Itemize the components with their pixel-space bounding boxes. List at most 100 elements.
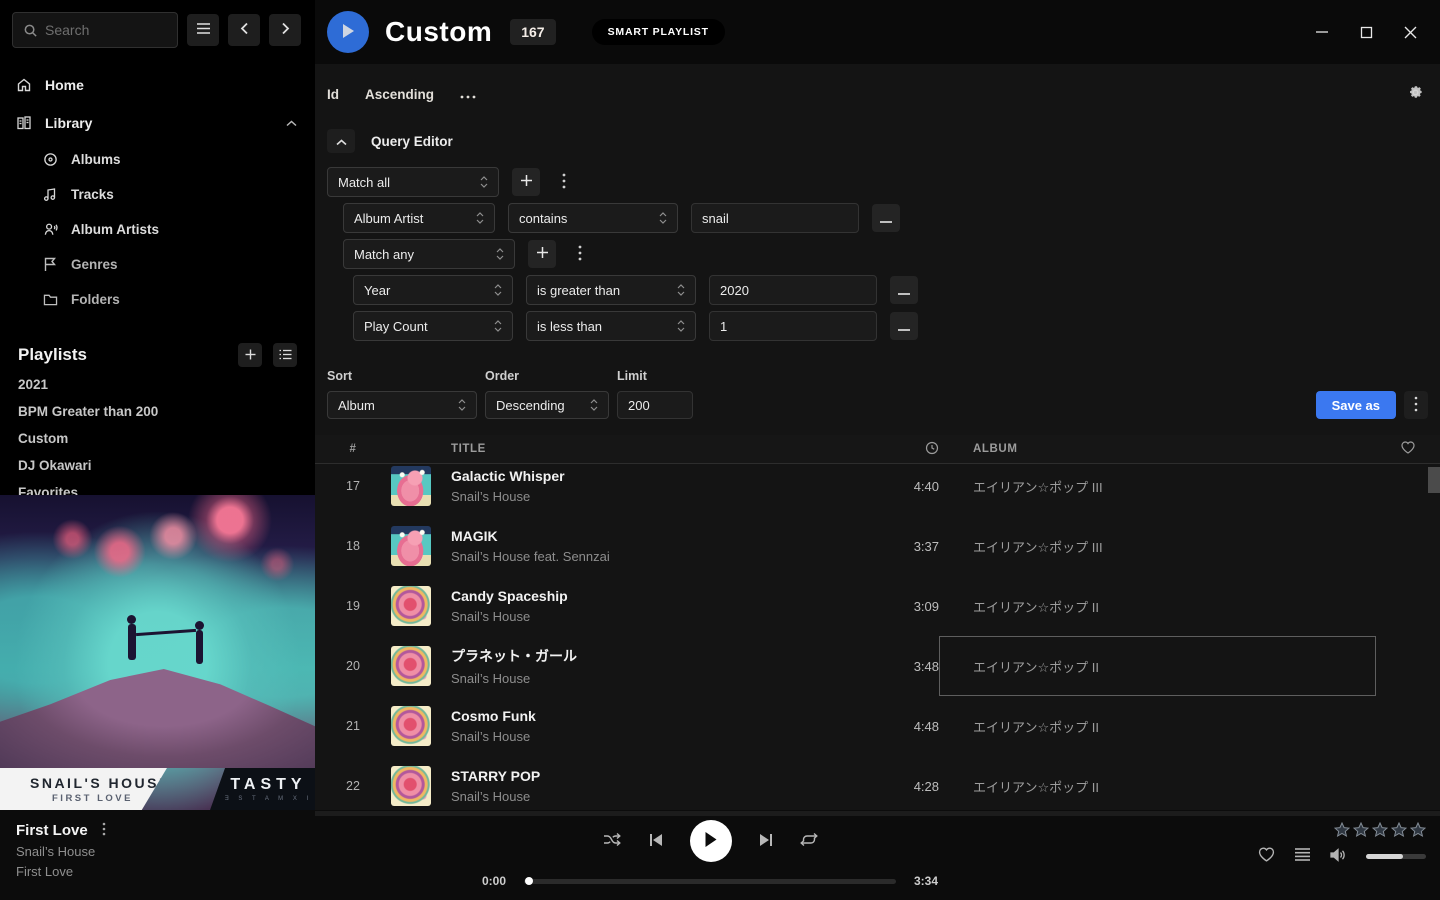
list-config-bar: Id Ascending — [327, 77, 1428, 111]
sort-select[interactable]: Album — [327, 391, 477, 419]
previous-button[interactable] — [649, 833, 663, 850]
more-options-button[interactable] — [460, 87, 476, 102]
track-artist[interactable]: Snail’s House — [451, 671, 859, 686]
column-header-index[interactable]: # — [315, 443, 391, 455]
seek-thumb[interactable] — [525, 877, 533, 885]
playlist-list-button[interactable] — [273, 343, 297, 367]
match-type-select[interactable]: Match all — [327, 167, 499, 197]
album-cell[interactable]: エイリアン☆ポップ II — [939, 717, 1376, 736]
scrollbar-thumb[interactable] — [1428, 467, 1440, 493]
now-playing-artist[interactable]: Snail’s House — [16, 844, 340, 859]
sidebar-item-library[interactable]: Library — [0, 104, 315, 142]
album-cell[interactable]: エイリアン☆ポップ III — [939, 537, 1376, 556]
shuffle-button[interactable] — [603, 832, 622, 851]
track-artist[interactable]: Snail’s House — [451, 729, 859, 744]
star-icon[interactable] — [1410, 822, 1426, 837]
play-playlist-button[interactable] — [327, 11, 369, 53]
table-row[interactable]: 22 STARRY POP Snail’s House 4:28 エイリアン☆ポ… — [315, 756, 1440, 816]
forward-button[interactable] — [269, 14, 301, 46]
volume-button[interactable] — [1330, 848, 1346, 865]
next-button[interactable] — [759, 833, 773, 850]
play-icon — [341, 23, 355, 42]
save-as-button[interactable]: Save as — [1316, 391, 1396, 419]
rule-operator-select[interactable]: is less than — [526, 311, 696, 341]
rule-operator-select[interactable]: is greater than — [526, 275, 696, 305]
playlist-item[interactable]: 2021 — [0, 371, 315, 398]
plus-icon — [536, 246, 549, 262]
library-icon — [16, 115, 32, 131]
playlist-item[interactable]: DJ Okawari — [0, 452, 315, 479]
remove-rule-button[interactable] — [890, 312, 918, 340]
repeat-button[interactable] — [800, 832, 818, 850]
sidebar-item-album-artists[interactable]: Album Artists — [0, 212, 315, 247]
limit-input[interactable] — [617, 391, 693, 419]
seek-slider[interactable] — [524, 879, 896, 884]
sort-direction-button[interactable]: Ascending — [365, 87, 434, 102]
sidebar-item-folders[interactable]: Folders — [0, 282, 315, 317]
table-row[interactable]: 20 プラネット・ガール Snail’s House 3:48 エイリアン☆ポッ… — [315, 636, 1440, 696]
add-rule-button[interactable] — [512, 168, 540, 196]
settings-button[interactable] — [1407, 84, 1428, 104]
rule-value-input[interactable] — [691, 203, 859, 233]
remove-rule-button[interactable] — [890, 276, 918, 304]
sidebar-item-albums[interactable]: Albums — [0, 142, 315, 177]
play-pause-button[interactable] — [690, 820, 732, 862]
rule-field-select[interactable]: Play Count — [353, 311, 513, 341]
group-menu-button[interactable] — [569, 240, 591, 268]
close-button[interactable] — [1402, 24, 1418, 40]
track-artist[interactable]: Snail’s House — [451, 609, 859, 624]
save-menu-button[interactable] — [1404, 391, 1428, 419]
add-group-rule-button[interactable] — [528, 240, 556, 268]
rule-value-input[interactable] — [709, 275, 877, 305]
maximize-button[interactable] — [1358, 24, 1374, 40]
table-row[interactable]: 18 MAGIK Snail’s House feat. Sennzai 3:3… — [315, 516, 1440, 576]
star-icon[interactable] — [1353, 822, 1369, 837]
search-input[interactable] — [45, 22, 168, 38]
table-row[interactable]: 17 Galactic Whisper Snail’s House 4:40 エ… — [315, 456, 1440, 516]
rule-field-select[interactable]: Year — [353, 275, 513, 305]
now-playing-title[interactable]: First Love — [16, 822, 88, 839]
column-header-duration[interactable] — [859, 441, 939, 458]
root-match-row: Match all — [327, 167, 1428, 197]
back-button[interactable] — [228, 14, 260, 46]
rule-menu-button[interactable] — [553, 168, 575, 196]
star-icon[interactable] — [1372, 822, 1388, 837]
column-header-favorite[interactable] — [1376, 441, 1440, 457]
favorite-button[interactable] — [1258, 847, 1275, 865]
rule-operator-select[interactable]: contains — [508, 203, 678, 233]
album-cell-focused[interactable]: エイリアン☆ポップ II — [939, 636, 1376, 696]
queue-button[interactable] — [1295, 848, 1310, 864]
album-cell[interactable]: エイリアン☆ポップ III — [939, 477, 1376, 496]
group-match-type-select[interactable]: Match any — [343, 239, 515, 269]
track-artist[interactable]: Snail’s House — [451, 789, 859, 804]
album-cell[interactable]: エイリアン☆ポップ II — [939, 777, 1376, 796]
add-playlist-button[interactable] — [238, 343, 262, 367]
minimize-button[interactable] — [1314, 24, 1330, 40]
column-header-title[interactable]: TITLE — [451, 443, 859, 455]
now-playing-artwork[interactable]: SNAIL'S HOUSE FIRST LOVE TASTY Ǝ S T A M… — [0, 495, 315, 810]
album-cell[interactable]: エイリアン☆ポップ II — [939, 597, 1376, 616]
table-row[interactable]: 21 Cosmo Funk Snail’s House 4:48 エイリアン☆ポ… — [315, 696, 1440, 756]
sidebar-item-home[interactable]: Home — [0, 66, 315, 104]
star-icon[interactable] — [1391, 822, 1407, 837]
now-playing-menu-button[interactable] — [102, 822, 106, 839]
rule-field-select[interactable]: Album Artist — [343, 203, 495, 233]
playlist-item[interactable]: BPM Greater than 200 — [0, 398, 315, 425]
sidebar-item-tracks[interactable]: Tracks — [0, 177, 315, 212]
column-header-album[interactable]: ALBUM — [939, 443, 1376, 455]
menu-button[interactable] — [187, 14, 219, 46]
track-artist[interactable]: Snail’s House — [451, 489, 859, 504]
star-icon[interactable] — [1334, 822, 1350, 837]
order-select[interactable]: Descending — [485, 391, 609, 419]
rule-value-input[interactable] — [709, 311, 877, 341]
sort-field-button[interactable]: Id — [327, 87, 339, 102]
sidebar-item-genres[interactable]: Genres — [0, 247, 315, 282]
now-playing-album[interactable]: First Love — [16, 864, 340, 879]
collapse-query-editor-button[interactable] — [327, 129, 355, 153]
chevron-up-icon[interactable] — [283, 115, 299, 131]
track-artist[interactable]: Snail’s House feat. Sennzai — [451, 549, 859, 564]
remove-rule-button[interactable] — [872, 204, 900, 232]
volume-slider[interactable] — [1366, 854, 1426, 859]
playlist-item[interactable]: Custom — [0, 425, 315, 452]
table-row[interactable]: 19 Candy Spaceship Snail’s House 3:09 エイ… — [315, 576, 1440, 636]
